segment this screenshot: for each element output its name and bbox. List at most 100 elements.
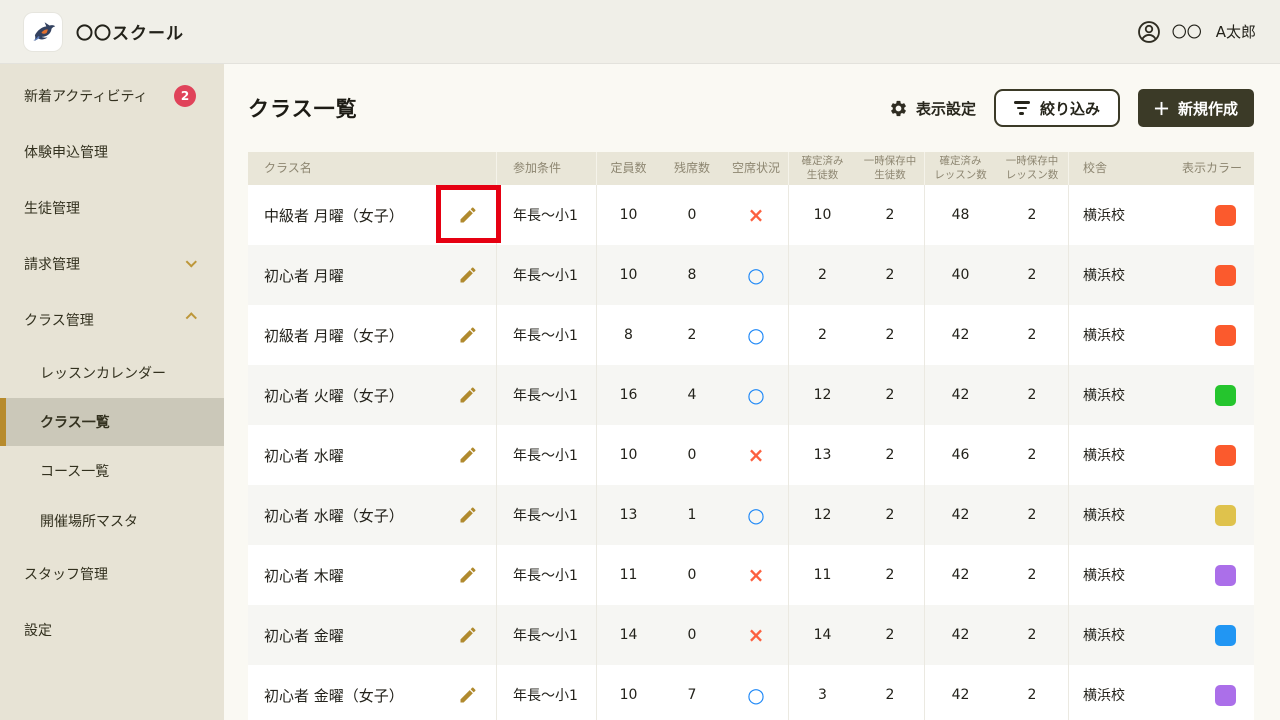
table-row: 中級者 月曜（女子） 年長〜小1 10 0 × 10 2 48 2 横浜校	[248, 185, 1254, 245]
draft-lessons-cell: 2	[996, 665, 1068, 720]
display-color-cell	[1156, 245, 1254, 305]
draft-students-cell: 2	[856, 545, 924, 605]
col-header-remaining: 残席数	[660, 152, 724, 185]
class-name-cell: 中級者 月曜（女子）	[248, 185, 496, 245]
vacancy-mark: ×	[748, 205, 765, 225]
draft-lessons-cell: 2	[996, 185, 1068, 245]
table-row: 初心者 火曜（女子） 年長〜小1 16 4 ○ 12 2 42 2 横浜校	[248, 365, 1254, 425]
pencil-icon	[458, 265, 478, 285]
vacancy-mark: ×	[748, 625, 765, 645]
sidebar-item-staff-management[interactable]: スタッフ管理	[0, 546, 224, 602]
display-color-swatch	[1215, 565, 1236, 586]
edit-class-button[interactable]	[452, 439, 484, 471]
confirmed-students-cell: 10	[788, 185, 856, 245]
condition-cell: 年長〜小1	[496, 305, 596, 365]
col-header-display-color: 表示カラー	[1156, 152, 1254, 185]
confirmed-lessons-cell: 42	[924, 545, 996, 605]
sidebar-item-course-list[interactable]: コース一覧	[0, 446, 224, 496]
capacity-cell: 10	[596, 665, 660, 720]
class-name-cell: 初心者 水曜（女子）	[248, 485, 496, 545]
account-circle-icon	[1136, 19, 1162, 45]
edit-class-button[interactable]	[452, 199, 484, 231]
edit-class-button[interactable]	[452, 499, 484, 531]
edit-class-button[interactable]	[452, 319, 484, 351]
remaining-cell: 0	[660, 605, 724, 665]
edit-class-button[interactable]	[452, 379, 484, 411]
display-settings-label: 表示設定	[916, 98, 976, 119]
vacancy-mark: ○	[747, 385, 764, 405]
condition-cell: 年長〜小1	[496, 245, 596, 305]
filter-button[interactable]: 絞り込み	[994, 89, 1120, 127]
sidebar-item-student-management[interactable]: 生徒管理	[0, 180, 224, 236]
table-row: 初心者 金曜（女子） 年長〜小1 10 7 ○ 3 2 42 2 横浜校	[248, 665, 1254, 720]
display-color-cell	[1156, 365, 1254, 425]
table-row: 初心者 月曜 年長〜小1 10 8 ○ 2 2 40 2 横浜校	[248, 245, 1254, 305]
display-color-swatch	[1215, 505, 1236, 526]
sidebar-item-venue-master[interactable]: 開催場所マスタ	[0, 496, 224, 546]
vacancy-mark: ○	[747, 325, 764, 345]
toolbar: 表示設定 絞り込み 新規作成	[889, 89, 1254, 127]
app-logo	[24, 13, 62, 51]
sidebar-item-class-list[interactable]: クラス一覧	[0, 398, 224, 446]
display-settings-button[interactable]: 表示設定	[889, 98, 976, 119]
vacancy-cell: ×	[724, 185, 788, 245]
pencil-icon	[458, 565, 478, 585]
class-name-cell: 初心者 金曜	[248, 605, 496, 665]
pencil-icon	[458, 625, 478, 645]
confirmed-lessons-cell: 40	[924, 245, 996, 305]
capacity-cell: 13	[596, 485, 660, 545]
display-color-swatch	[1215, 625, 1236, 646]
table-row: 初心者 水曜（女子） 年長〜小1 13 1 ○ 12 2 42 2 横浜校	[248, 485, 1254, 545]
display-color-swatch	[1215, 385, 1236, 406]
account-menu[interactable]: 〇〇 A太郎	[1136, 19, 1256, 45]
edit-class-button[interactable]	[452, 559, 484, 591]
sidebar-item-billing-management[interactable]: 請求管理	[0, 236, 224, 292]
edit-class-button[interactable]	[452, 259, 484, 291]
condition-cell: 年長〜小1	[496, 605, 596, 665]
school-cell: 横浜校	[1068, 365, 1156, 425]
filter-lines-icon	[1014, 101, 1030, 115]
vacancy-mark: ○	[747, 505, 764, 525]
page-header: クラス一覧 表示設定 絞り込み 新規作成	[248, 88, 1254, 128]
sidebar-item-class-management[interactable]: クラス管理	[0, 292, 224, 348]
draft-students-cell: 2	[856, 305, 924, 365]
condition-cell: 年長〜小1	[496, 185, 596, 245]
sidebar-item-lesson-calendar[interactable]: レッスンカレンダー	[0, 348, 224, 398]
draft-students-cell: 2	[856, 425, 924, 485]
class-name: 初心者 金曜	[264, 625, 344, 646]
class-name: 初心者 水曜	[264, 445, 344, 466]
remaining-cell: 0	[660, 425, 724, 485]
create-new-button[interactable]: 新規作成	[1138, 89, 1254, 127]
edit-class-button[interactable]	[452, 619, 484, 651]
sidebar-item-settings[interactable]: 設定	[0, 602, 224, 658]
main-content: クラス一覧 表示設定 絞り込み 新規作成 クラス名 参	[224, 64, 1280, 720]
condition-cell: 年長〜小1	[496, 365, 596, 425]
col-header-draft-lessons: 一時保存中 レッスン数	[996, 152, 1068, 185]
pencil-icon	[458, 505, 478, 525]
class-name-cell: 初心者 水曜	[248, 425, 496, 485]
condition-cell: 年長〜小1	[496, 485, 596, 545]
confirmed-students-cell: 12	[788, 485, 856, 545]
class-name-cell: 初心者 木曜	[248, 545, 496, 605]
display-color-cell	[1156, 305, 1254, 365]
display-color-cell	[1156, 485, 1254, 545]
sidebar-nav: 新着アクティビティ 2 体験申込管理 生徒管理 請求管理 クラス管理 レッスンカ…	[0, 64, 224, 720]
sidebar-item-new-activity[interactable]: 新着アクティビティ 2	[0, 68, 224, 124]
confirmed-lessons-cell: 46	[924, 425, 996, 485]
confirmed-students-cell: 2	[788, 305, 856, 365]
edit-class-button[interactable]	[452, 679, 484, 711]
school-cell: 横浜校	[1068, 425, 1156, 485]
remaining-cell: 8	[660, 245, 724, 305]
sidebar-item-trial-applications[interactable]: 体験申込管理	[0, 124, 224, 180]
class-name-cell: 初心者 火曜（女子）	[248, 365, 496, 425]
vacancy-mark: ×	[748, 445, 765, 465]
page-title: クラス一覧	[248, 93, 358, 123]
remaining-cell: 0	[660, 185, 724, 245]
school-cell: 横浜校	[1068, 185, 1156, 245]
sidebar-item-label: レッスンカレンダー	[40, 363, 166, 383]
confirmed-lessons-cell: 42	[924, 365, 996, 425]
confirmed-lessons-cell: 48	[924, 185, 996, 245]
vacancy-mark: ○	[747, 265, 764, 285]
pencil-icon	[458, 685, 478, 705]
chevron-down-icon	[186, 256, 197, 267]
